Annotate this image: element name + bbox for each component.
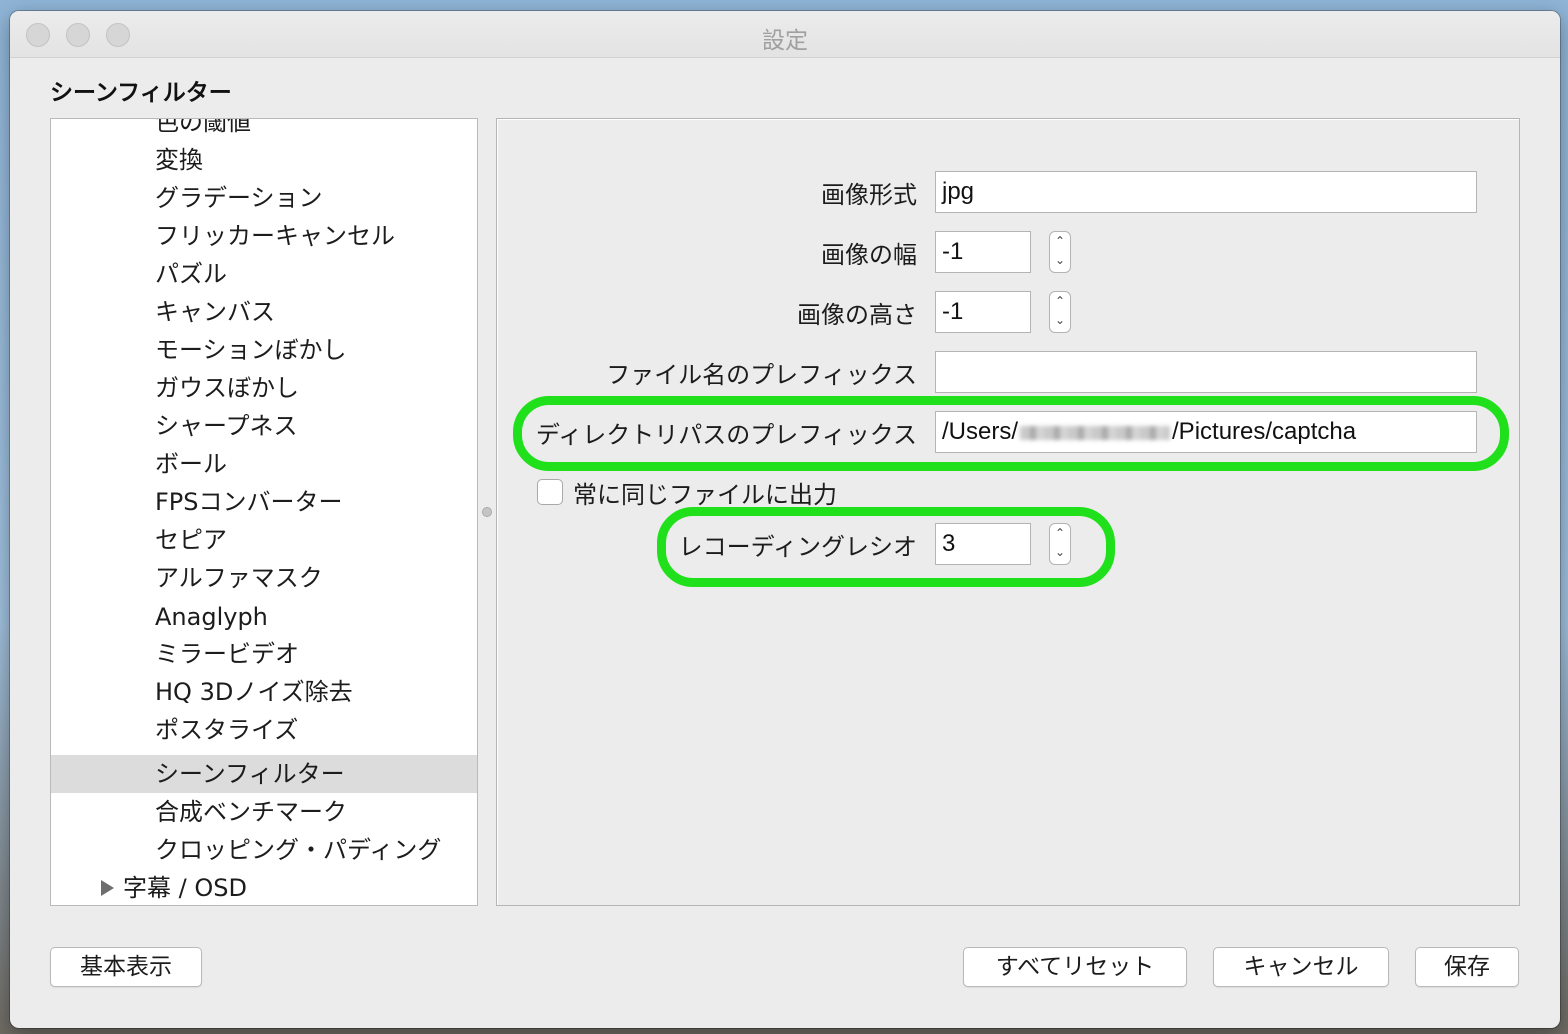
save-button[interactable]: 保存 [1415,947,1519,987]
stepper-down-icon[interactable]: ⌄ [1050,311,1070,330]
filter-list-item[interactable]: キャンバス [51,293,477,331]
filter-list-item[interactable]: フリッカーキャンセル [51,217,477,255]
window-title: 設定 [762,28,808,54]
filter-list-item[interactable]: ミラービデオ [51,635,477,673]
reset-all-button[interactable]: すべてリセット [963,947,1187,987]
preferences-window: 設定 シーンフィルター 色の閾値 変換 グラデーション フリッカーキャンセル パ… [10,11,1560,1028]
filter-list-item[interactable]: クロッピング・パディング [51,831,477,869]
image-width-input[interactable]: -1 [935,231,1031,273]
image-height-stepper[interactable]: ⌃ ⌄ [1049,291,1071,333]
stepper-up-icon[interactable]: ⌃ [1050,292,1070,311]
green-highlight-recording-ratio [657,507,1115,587]
filter-list-item[interactable]: 色の閾値 [51,119,477,141]
splitter-handle[interactable] [482,507,492,517]
filter-list-item[interactable]: パズル [51,255,477,293]
image-height-input[interactable]: -1 [935,291,1031,333]
section-title: シーンフィルター [50,80,232,106]
filter-list-item[interactable]: ポスタライズ [51,711,477,749]
image-width-stepper[interactable]: ⌃ ⌄ [1049,231,1071,273]
filter-list-item[interactable]: セピア [51,521,477,559]
filter-list[interactable]: 色の閾値 変換 グラデーション フリッカーキャンセル パズル キャンバス モーシ… [50,118,478,906]
subtitle-osd-label: 字幕 / OSD [123,874,247,902]
filter-list-item[interactable]: HQ 3Dノイズ除去 [51,673,477,711]
image-height-label: 画像の高さ [797,301,917,329]
filter-list-item[interactable]: アルファマスク [51,559,477,597]
filter-list-item[interactable]: 変換 [51,141,477,179]
cancel-button[interactable]: キャンセル [1213,947,1389,987]
settings-panel: 画像形式 jpg 画像の幅 -1 ⌃ ⌄ 画像の高さ -1 ⌃ ⌄ ファイル名の… [496,118,1520,906]
title-bar: 設定 [10,11,1560,58]
filter-list-item[interactable]: 合成ベンチマーク [51,793,477,831]
filter-list-item[interactable]: ガウスぼかし [51,369,477,407]
filename-prefix-row: ファイル名のプレフィックス [497,351,917,393]
stepper-up-icon[interactable]: ⌃ [1050,232,1070,251]
image-height-row: 画像の高さ [497,291,917,333]
image-width-row: 画像の幅 [497,231,917,273]
disclosure-triangle-right-icon[interactable] [101,880,114,896]
filter-list-item-selected[interactable]: シーンフィルター [51,755,477,793]
image-format-row: 画像形式 [497,171,917,213]
green-highlight-directory [513,396,1509,471]
stepper-down-icon[interactable]: ⌄ [1050,251,1070,270]
image-width-label: 画像の幅 [821,241,917,269]
subtitle-osd-group[interactable]: 字幕 / OSD [51,869,477,905]
filter-list-item[interactable]: グラデーション [51,179,477,217]
always-same-file-checkbox[interactable] [537,479,563,505]
filename-prefix-label: ファイル名のプレフィックス [606,361,917,389]
filter-list-item[interactable]: ボール [51,445,477,483]
image-format-label: 画像形式 [821,181,917,209]
filter-list-item[interactable]: シャープネス [51,407,477,445]
filename-prefix-input[interactable] [935,351,1477,393]
filter-list-item[interactable]: FPSコンバーター [51,483,477,521]
basic-view-button[interactable]: 基本表示 [50,947,202,987]
filter-list-item[interactable]: Anaglyph [51,598,477,636]
image-format-input[interactable]: jpg [935,171,1477,213]
filter-list-item[interactable]: モーションぼかし [51,331,477,369]
always-same-file-label[interactable]: 常に同じファイルに出力 [573,475,837,510]
